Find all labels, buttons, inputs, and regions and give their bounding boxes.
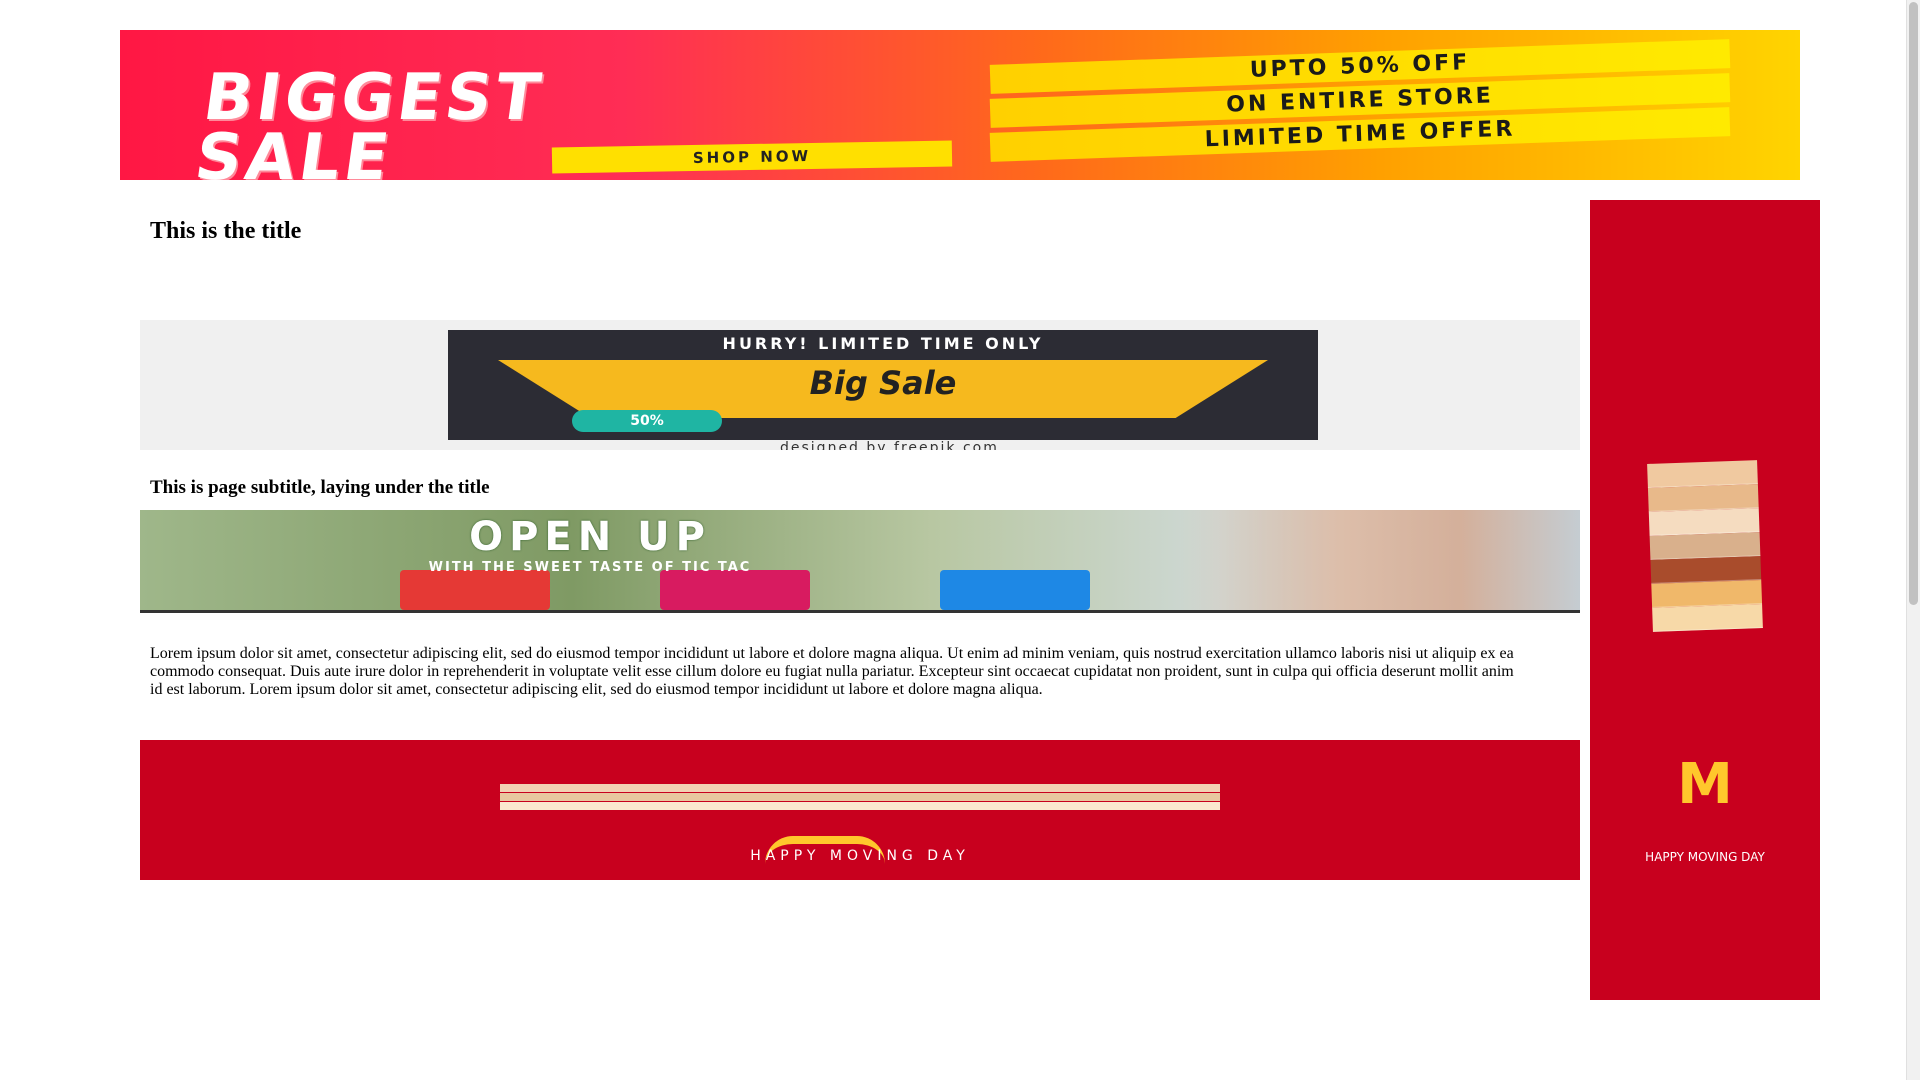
banner-headline: Big Sale — [809, 364, 957, 402]
top-banner-ad[interactable]: BIGGEST SALE SHOP NOW UPTO 50% OFF ON EN… — [120, 30, 1800, 180]
ad-tagline: HAPPY MOVING DAY — [1645, 850, 1765, 864]
swatch-band — [1652, 604, 1763, 632]
vertical-scrollbar[interactable] — [1906, 0, 1920, 1080]
open-up-banner-ad[interactable]: OPEN UP WITH THE SWEET TASTE OF TIC TAC — [140, 510, 1580, 613]
banner-headline: BIGGEST SALE — [190, 61, 549, 180]
ad-tagline: HAPPY MOVING DAY — [750, 848, 970, 864]
golden-arches-icon: M — [1677, 752, 1733, 817]
body-paragraph: Lorem ipsum dolor sit amet, consectetur … — [150, 645, 1514, 698]
side-skyscraper-ad[interactable]: M HAPPY MOVING DAY — [1590, 200, 1820, 1000]
product-pack — [400, 570, 550, 610]
hand-image — [1180, 510, 1580, 610]
bottom-banner-ad[interactable]: HAPPY MOVING DAY — [140, 740, 1580, 880]
big-sale-banner-ad[interactable]: HURRY! LIMITED TIME ONLY Big Sale 50% — [448, 330, 1318, 440]
page-subtitle: This is page subtitle, laying under the … — [150, 477, 490, 498]
product-pack — [660, 570, 810, 610]
banner-headline: OPEN UP — [469, 514, 711, 560]
banner-subline: WITH THE SWEET TASTE OF TIC TAC — [428, 560, 752, 575]
paint-swatch-stack — [485, 784, 1235, 814]
product-pack — [940, 570, 1090, 610]
shop-now-button[interactable]: SHOP NOW — [551, 140, 953, 174]
banner-credit: designed by freepik.com — [780, 440, 999, 450]
mid-banner-container: HURRY! LIMITED TIME ONLY Big Sale 50% de… — [140, 320, 1580, 450]
paint-swatch-image — [1647, 460, 1763, 632]
discount-badge: 50% — [572, 410, 722, 432]
page-title: This is the title — [150, 218, 302, 244]
scrollbar-thumb[interactable] — [1909, 2, 1918, 605]
banner-offer-text: UPTO 50% OFF ON ENTIRE STORE LIMITED TIM… — [989, 39, 1731, 162]
banner-tagline: HURRY! LIMITED TIME ONLY — [722, 334, 1044, 353]
